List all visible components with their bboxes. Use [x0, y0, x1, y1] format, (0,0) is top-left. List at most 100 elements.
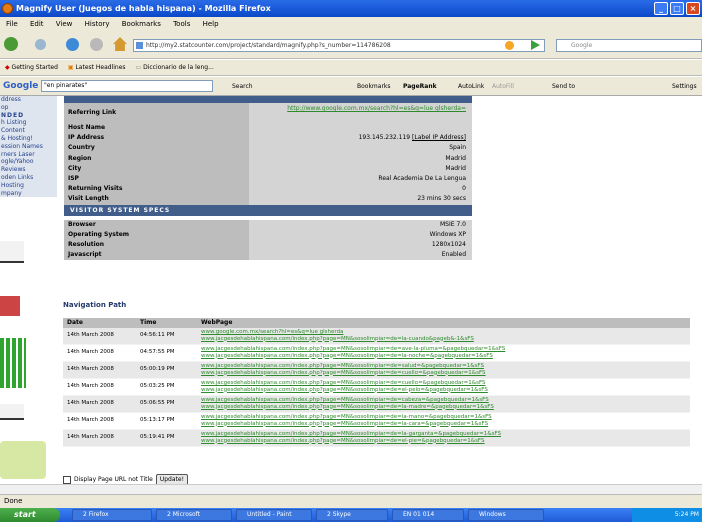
logo-ad-image[interactable]: [0, 441, 46, 479]
sidebar-item[interactable]: rners Laser: [0, 150, 57, 159]
sidebar-item[interactable]: op: [0, 103, 57, 112]
close-button[interactable]: ×: [686, 2, 700, 15]
display-option-label: Display Page URL not Title: [74, 476, 153, 483]
time-cell: 05:13:17 PM: [140, 417, 175, 423]
home-icon[interactable]: [113, 37, 127, 51]
page-content: ddress op NDED h Listing Content & Hosti…: [0, 96, 702, 484]
column-header-webpage: WebPage: [201, 319, 233, 326]
webpage-link[interactable]: www.jacgesdehablahispana.com/index.php?p…: [201, 387, 690, 394]
update-button[interactable]: Update!: [155, 474, 188, 484]
horizontal-scrollbar[interactable]: [0, 484, 702, 494]
table-row: 14th March 2008 05:19:41 PM www.jacgesdeha…: [63, 430, 690, 447]
sidebar-item[interactable]: Content: [0, 127, 57, 135]
sidebar-item[interactable]: oden Links: [0, 173, 57, 182]
webpage-cell: www.jacgesdehablahispana.com/index.php?p…: [201, 396, 690, 412]
table-row: 14th March 2008 05:03:25 PM www.jacgesdeha…: [63, 379, 690, 396]
table-row: Country Spain: [64, 143, 472, 154]
visitor-info-table: Referring Link http://www.google.com.mx/…: [64, 96, 472, 261]
menu-bookmarks[interactable]: Bookmarks: [122, 20, 161, 28]
menu-edit[interactable]: Edit: [30, 20, 44, 28]
taskbar-item[interactable]: EN 01 014: [392, 509, 464, 521]
sidebar-item[interactable]: Hosting: [0, 181, 57, 190]
autofill-button[interactable]: AutoFill: [492, 77, 514, 96]
go-icon[interactable]: [531, 40, 540, 50]
sidebar-item[interactable]: Reviews: [0, 166, 57, 174]
stop-icon[interactable]: [90, 38, 103, 51]
taskbar-item[interactable]: 2 Firefox: [72, 509, 152, 521]
rss-icon[interactable]: [505, 41, 514, 50]
time-cell: 05:06:55 PM: [140, 400, 175, 406]
taskbar-item[interactable]: Windows: [468, 509, 544, 521]
window-title-bar: Magnify User (Juegos de habla hispana) -…: [0, 0, 702, 17]
date-cell: 14th March 2008: [67, 349, 114, 355]
row-label: IP Address: [64, 133, 249, 144]
column-header-time: Time: [140, 319, 157, 326]
label-ip-link[interactable]: [Label IP Address]: [412, 134, 466, 141]
ad-chart-image[interactable]: [0, 338, 26, 388]
column-header-date: Date: [67, 319, 83, 326]
google-search-input[interactable]: "en pinarates": [41, 80, 213, 92]
webpage-link[interactable]: www.jacgesdehablahispana.com/index.php?p…: [201, 404, 690, 411]
ip-value: 193.145.232.119: [358, 134, 411, 142]
minimize-button[interactable]: _: [654, 2, 668, 15]
feed-icon: ▣: [67, 64, 74, 71]
taskbar-item[interactable]: Untitled - Paint: [236, 509, 312, 521]
webpage-link[interactable]: www.jacgesdehablahispana.com/index.php?p…: [201, 353, 690, 360]
menu-history[interactable]: History: [85, 20, 110, 28]
display-url-checkbox[interactable]: [63, 475, 71, 484]
settings-button[interactable]: Settings: [672, 77, 697, 96]
navigation-path-table: Date Time WebPage 14th March 2008 04:56:1…: [63, 318, 690, 447]
taskbar-item[interactable]: 2 Microsoft: [156, 509, 232, 521]
google-toolbar: Google "en pinarates" Search Bookmarks P…: [0, 77, 702, 96]
bookmarks-toolbar: ◆ Getting Started ▣ Latest Headlines ▭ D…: [0, 60, 702, 76]
sidebar-item[interactable]: ddress: [0, 96, 57, 104]
webpage-cell: www.jacgesdehablahispana.com/index.php?p…: [201, 345, 690, 361]
bookmark-latest-headlines[interactable]: Latest Headlines: [75, 64, 125, 71]
autolink-button[interactable]: AutoLink: [458, 77, 484, 96]
maximize-button[interactable]: □: [670, 2, 684, 15]
search-box[interactable]: Google: [556, 39, 702, 52]
sidebar-item[interactable]: & Hosting!: [0, 134, 57, 143]
bookmark-diccionario[interactable]: Diccionario de la leng...: [143, 64, 214, 71]
sidebar-item[interactable]: ogle/Yahoo: [0, 158, 57, 167]
row-value: Madrid: [249, 153, 472, 164]
webpage-link[interactable]: www.jacgesdehablahispana.com/index.php?p…: [201, 336, 690, 343]
sidebar-item[interactable]: ession Names: [0, 142, 57, 151]
sidebar-heading: NDED: [0, 111, 57, 120]
reload-icon[interactable]: [66, 38, 79, 51]
date-cell: 14th March 2008: [67, 383, 114, 389]
referring-link[interactable]: http://www.google.com.mx/search?hl=es&q=…: [287, 105, 466, 112]
pagerank-indicator: PageRank: [403, 83, 437, 90]
google-bookmarks-button[interactable]: Bookmarks: [357, 77, 391, 96]
navigation-path-title: Navigation Path: [63, 301, 127, 309]
display-option: Display Page URL not Title Update!: [63, 474, 188, 484]
forward-icon[interactable]: [35, 39, 46, 50]
webpage-cell: www.google.com.mx/search?hl=es&q=lue gls…: [201, 328, 690, 344]
bookmark-getting-started[interactable]: Getting Started: [12, 64, 58, 71]
sidebar-item[interactable]: mpany: [0, 189, 57, 198]
taskbar-item[interactable]: 2 Skype: [316, 509, 388, 521]
address-bar[interactable]: http://my2.statcounter.com/project/stand…: [133, 39, 545, 52]
webpage-link[interactable]: www.jacgesdehablahispana.com/index.php?p…: [201, 438, 690, 445]
table-header: [64, 96, 472, 103]
google-logo: Google: [3, 81, 39, 91]
back-icon[interactable]: [4, 37, 18, 51]
menu-file[interactable]: File: [6, 20, 18, 28]
google-search-button[interactable]: Search: [232, 77, 253, 96]
webpage-cell: www.jacgesdehablahispana.com/index.php?p…: [201, 413, 690, 429]
ad-banner-red[interactable]: [0, 296, 20, 316]
start-button[interactable]: start: [0, 508, 60, 522]
menu-tools[interactable]: Tools: [173, 20, 190, 28]
row-label: Visit Length: [64, 194, 249, 205]
ad-banner[interactable]: [0, 241, 24, 263]
page-icon: ▭: [135, 64, 142, 71]
specs-header: VISITOR SYSTEM SPECS: [64, 204, 472, 216]
webpage-link[interactable]: www.jacgesdehablahispana.com/index.php?p…: [201, 370, 690, 377]
table-row: ISP Real Academia De La Lengua: [64, 173, 472, 185]
menu-help[interactable]: Help: [203, 20, 219, 28]
webpage-link[interactable]: www.jacgesdehablahispana.com/index.php?p…: [201, 421, 690, 428]
sendto-button[interactable]: Send to: [552, 77, 575, 96]
sidebar-item[interactable]: h Listing: [0, 119, 57, 128]
menu-view[interactable]: View: [56, 20, 73, 28]
ad-banner[interactable]: [0, 404, 24, 420]
